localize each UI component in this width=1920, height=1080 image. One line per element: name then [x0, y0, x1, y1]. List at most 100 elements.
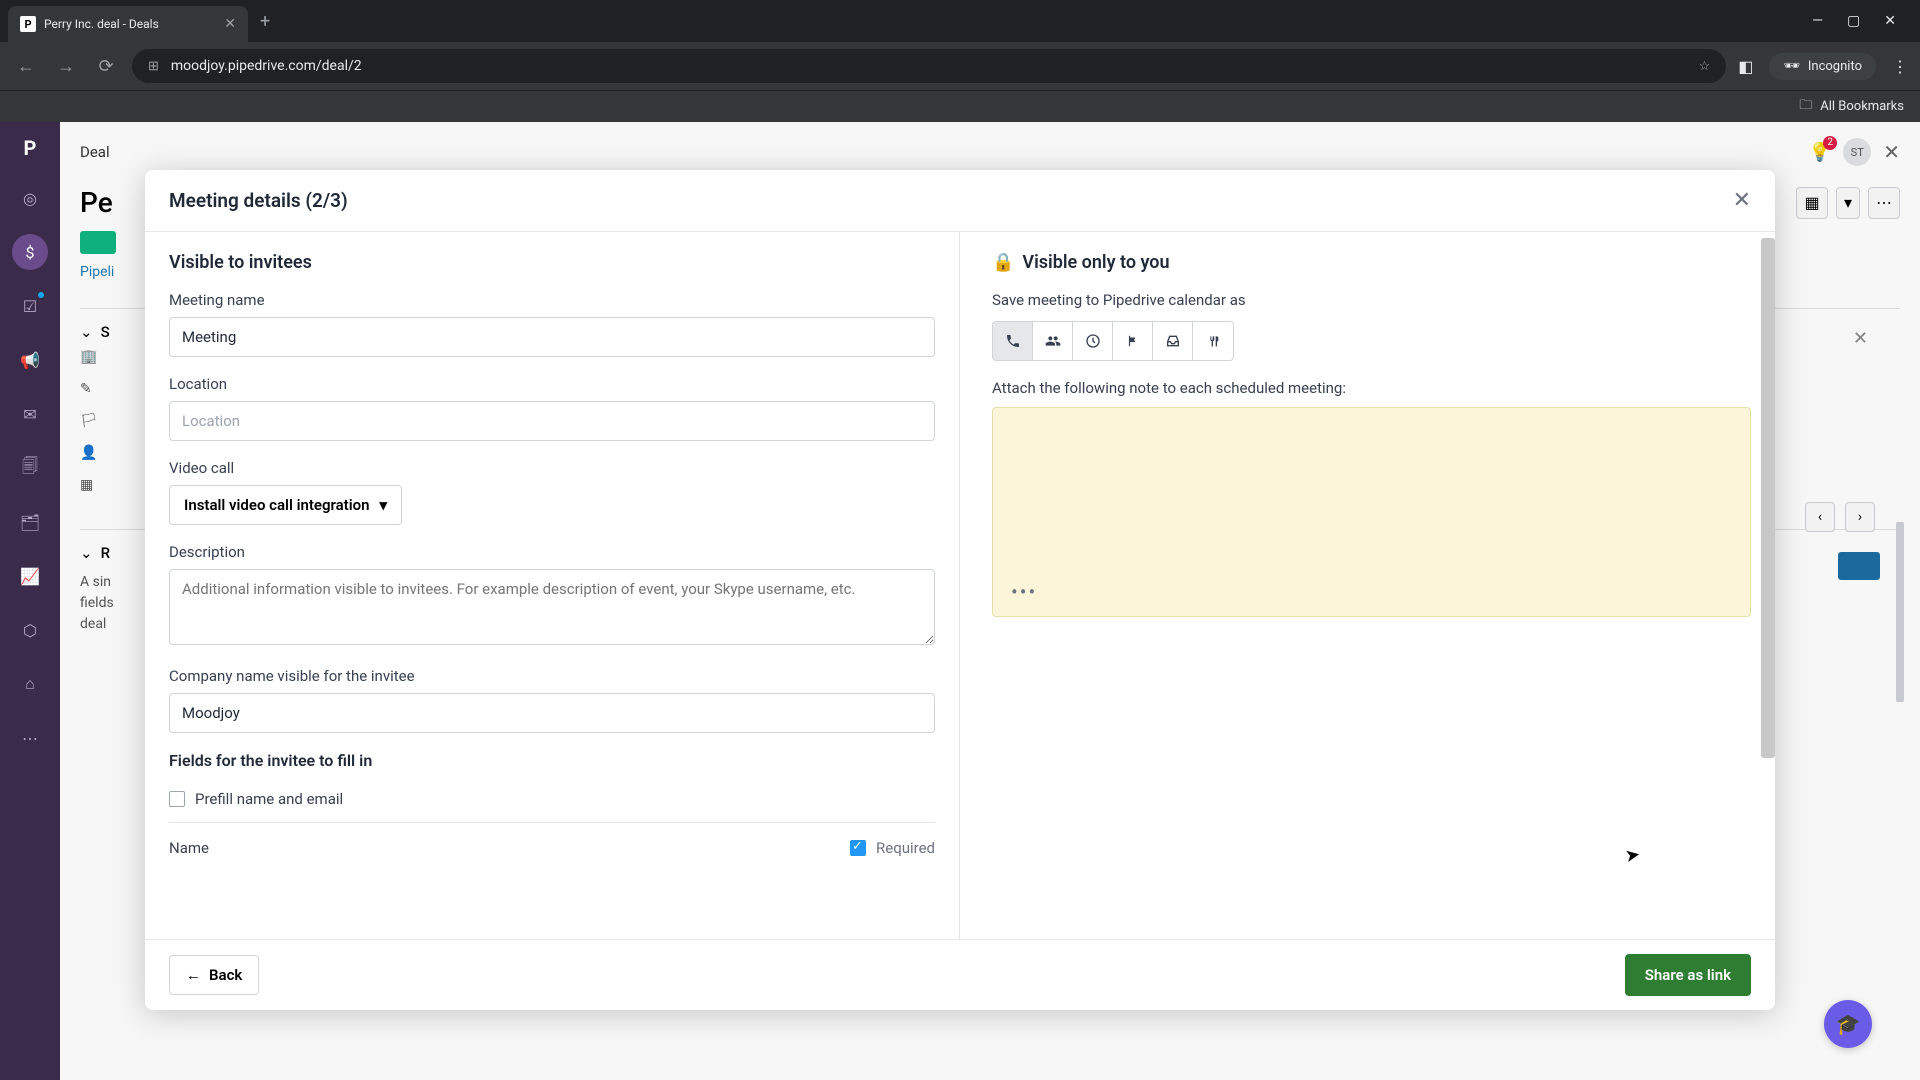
save-as-label: Save meeting to Pipedrive calendar as [992, 291, 1751, 309]
modal-right-panel: 🔒 Visible only to you Save meeting to Pi… [960, 232, 1775, 939]
task-type-button[interactable] [1073, 322, 1113, 360]
forward-icon[interactable]: → [52, 56, 80, 77]
sidebar-activities-icon[interactable]: ☑ [12, 288, 48, 324]
inner-scrollbar[interactable] [1896, 522, 1904, 702]
share-as-link-button[interactable]: Share as link [1625, 954, 1751, 996]
description-textarea[interactable] [169, 569, 935, 645]
arrow-left-icon: ← [186, 966, 201, 984]
bookmark-star-icon[interactable]: ☆ [1699, 59, 1711, 74]
breadcrumb-deal: Deal [80, 143, 110, 161]
tab-title: Perry Inc. deal - Deals [44, 17, 216, 31]
tab-bar: P Perry Inc. deal - Deals ✕ + — ▢ ✕ [0, 0, 1920, 42]
chevron-down-icon[interactable]: ⌄ [80, 323, 93, 341]
pipedrive-logo[interactable]: P [16, 134, 44, 162]
app-sidebar: P ◎ $ ☑ 📢 ✉ 🗐 🗂 📈 ⬡ ⌂ ⋯ [0, 122, 60, 1080]
modal-close-icon[interactable]: ✕ [1733, 188, 1751, 213]
sidebar-calendar-icon[interactable]: 🗐 [12, 450, 48, 486]
lock-icon: 🔒 [992, 252, 1014, 273]
graduation-cap-icon: 🎓 [1836, 1012, 1861, 1036]
visible-only-to-you-title: 🔒 Visible only to you [992, 252, 1751, 273]
section-s-label: S [101, 323, 110, 341]
sidebar-target-icon[interactable]: ◎ [12, 180, 48, 216]
video-call-label: Video call [169, 459, 935, 477]
meeting-name-label: Meeting name [169, 291, 935, 309]
back-button[interactable]: ← Back [169, 955, 259, 995]
all-bookmarks-link[interactable]: All Bookmarks [1820, 99, 1904, 114]
field-icon: ✎ [80, 381, 92, 397]
url-text: moodjoy.pipedrive.com/deal/2 [171, 58, 362, 74]
status-pill [80, 231, 116, 254]
field-icon: 👤 [80, 445, 97, 461]
incognito-icon: 🕶 [1783, 59, 1800, 74]
bulb-badge: 2 [1823, 136, 1837, 150]
sidebar-mail-icon[interactable]: ✉ [12, 396, 48, 432]
panel-close-icon[interactable]: ✕ [1883, 140, 1900, 164]
chevron-down-icon[interactable]: ⌄ [80, 544, 93, 562]
browser-tab[interactable]: P Perry Inc. deal - Deals ✕ [8, 6, 248, 42]
video-call-dropdown[interactable]: Install video call integration ▾ [169, 485, 402, 525]
note-textarea[interactable]: ••• [992, 407, 1751, 617]
pipeline-link[interactable]: Pipeli [80, 264, 114, 280]
prefill-checkbox[interactable] [169, 791, 185, 807]
insights-bulb-icon[interactable]: 💡2 [1809, 142, 1831, 163]
call-type-button[interactable] [993, 322, 1033, 360]
modal-footer: ← Back Share as link [145, 939, 1775, 1010]
prev-arrow-button[interactable]: ‹ [1805, 502, 1835, 532]
blue-action-button[interactable] [1838, 552, 1880, 580]
chevron-down-icon: ▾ [380, 496, 388, 514]
location-label: Location [169, 375, 935, 393]
fields-section-title: Fields for the invitee to fill in [169, 751, 935, 770]
more-actions-button[interactable]: ⋯ [1868, 187, 1900, 219]
next-arrow-button[interactable]: › [1845, 502, 1875, 532]
browser-chrome: P Perry Inc. deal - Deals ✕ + — ▢ ✕ ← → … [0, 0, 1920, 122]
email-type-button[interactable] [1153, 322, 1193, 360]
modal-scrollbar[interactable] [1761, 238, 1775, 758]
incognito-badge[interactable]: 🕶 Incognito [1769, 53, 1876, 80]
sidebar-campaigns-icon[interactable]: 📢 [12, 342, 48, 378]
modal-left-panel: Visible to invitees Meeting name Locatio… [145, 232, 960, 939]
url-bar[interactable]: ⊞ moodjoy.pipedrive.com/deal/2 ☆ [132, 49, 1726, 83]
visible-to-invitees-title: Visible to invitees [169, 252, 935, 273]
help-fab-button[interactable]: 🎓 [1824, 1000, 1872, 1048]
field-icon: 🏳 [80, 413, 98, 429]
meeting-type-button[interactable] [1033, 322, 1073, 360]
layout-view-button[interactable]: ▦ [1796, 187, 1828, 219]
window-controls: — ▢ ✕ [1812, 13, 1912, 29]
video-call-button-text: Install video call integration [184, 496, 370, 514]
meeting-name-input[interactable] [169, 317, 935, 357]
location-input[interactable] [169, 401, 935, 441]
site-settings-icon[interactable]: ⊞ [148, 59, 159, 74]
user-avatar[interactable]: ST [1843, 138, 1871, 166]
bookmarks-bar: 🗀 All Bookmarks [0, 90, 1920, 122]
modal-title: Meeting details (2/3) [169, 189, 348, 212]
lunch-type-button[interactable] [1193, 322, 1233, 360]
tab-favicon: P [20, 16, 36, 32]
sidebar-insights-icon[interactable]: 📈 [12, 558, 48, 594]
note-more-icon[interactable]: ••• [1011, 580, 1037, 604]
sidebar-contacts-icon[interactable]: 🗂 [12, 504, 48, 540]
sidebar-products-icon[interactable]: ⬡ [12, 612, 48, 648]
description-label: Description [169, 543, 935, 561]
new-tab-button[interactable]: + [260, 11, 270, 32]
close-window-icon[interactable]: ✕ [1884, 13, 1896, 29]
required-checkbox[interactable] [850, 840, 866, 856]
field-icon: ▦ [80, 477, 93, 493]
prefill-label: Prefill name and email [195, 790, 343, 808]
section-r-label: R [101, 544, 110, 562]
sidebar-more-icon[interactable]: ⋯ [12, 720, 48, 756]
maximize-icon[interactable]: ▢ [1847, 13, 1860, 29]
reload-icon[interactable]: ⟳ [92, 56, 120, 77]
field-icon: 🏢 [80, 349, 97, 365]
minimize-icon[interactable]: — [1812, 13, 1823, 29]
deadline-type-button[interactable] [1113, 322, 1153, 360]
modal-header: Meeting details (2/3) ✕ [145, 170, 1775, 232]
meeting-details-modal: Meeting details (2/3) ✕ Visible to invit… [145, 170, 1775, 1010]
tab-close-icon[interactable]: ✕ [224, 16, 236, 32]
side-panel-icon[interactable]: ◧ [1738, 57, 1753, 76]
layout-dropdown-button[interactable]: ▾ [1836, 187, 1860, 219]
browser-menu-icon[interactable]: ⋮ [1892, 57, 1908, 76]
sidebar-deals-icon[interactable]: $ [12, 234, 48, 270]
company-name-input[interactable] [169, 693, 935, 733]
back-icon[interactable]: ← [12, 56, 40, 77]
sidebar-marketplace-icon[interactable]: ⌂ [12, 666, 48, 702]
